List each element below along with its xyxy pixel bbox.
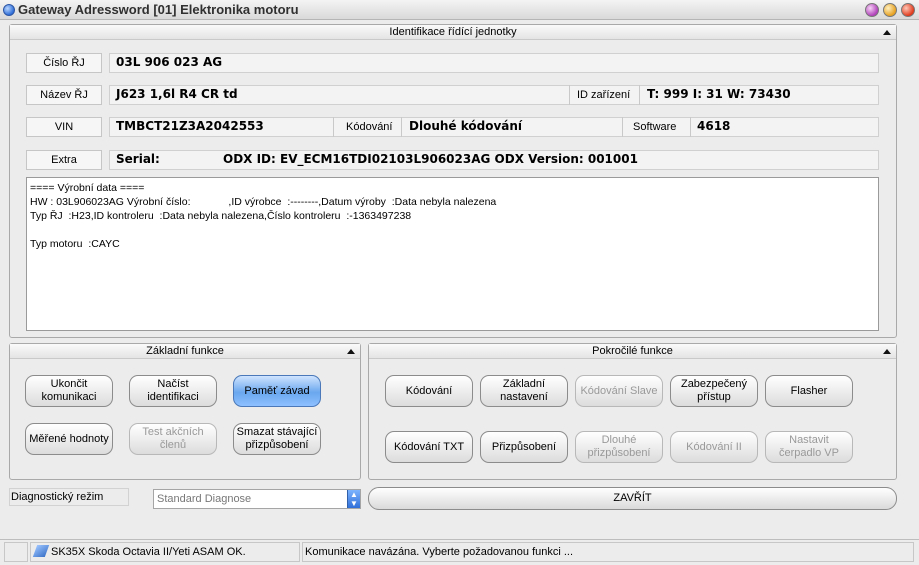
ecu-name-value: J623 1,6l R4 CR td <box>116 87 238 101</box>
window-title: Gateway Adressword [01] Elektronika moto… <box>18 2 299 17</box>
separator <box>622 117 623 137</box>
coding-label: Kódování <box>346 121 393 133</box>
chevron-updown-icon[interactable]: ▲ ▼ <box>347 490 360 508</box>
extra-label: Extra <box>26 150 102 170</box>
extra-odx-value: ODX ID: EV_ECM16TDI02103L906023AG ODX Ve… <box>223 152 638 166</box>
slave-coding-button[interactable]: Kódování Slave <box>575 375 663 407</box>
separator <box>401 117 402 137</box>
basic-functions-header: Základní funkce <box>10 344 360 359</box>
clear-adaptation-button[interactable]: Smazat stávající přizpůsobení <box>233 423 321 455</box>
diagnostic-mode-value: Standard Diagnose <box>157 493 252 505</box>
basic-functions-title: Základní funkce <box>146 345 224 357</box>
measured-values-button[interactable]: Měřené hodnoty <box>25 423 113 455</box>
coding-ii-button[interactable]: Kódování II <box>670 431 758 463</box>
extra-serial-value: Serial: <box>116 152 160 166</box>
long-adaptation-button[interactable]: Dlouhé přizpůsobení <box>575 431 663 463</box>
security-access-button[interactable]: Zabezpečený přístup <box>670 375 758 407</box>
title-bar: Gateway Adressword [01] Elektronika moto… <box>0 0 919 20</box>
software-label: Software <box>633 121 677 133</box>
ecu-number-value: 03L 906 023 AG <box>116 55 223 69</box>
collapse-icon[interactable] <box>347 349 355 354</box>
interface-status-text: SK35X Skoda Octavia II/Yeti ASAM OK. <box>51 546 246 558</box>
device-id-label: ID zařízení <box>577 89 631 101</box>
basic-functions-panel: Základní funkce <box>9 343 361 480</box>
coding-value: Dlouhé kódování <box>409 119 523 133</box>
vin-label: VIN <box>26 117 102 137</box>
production-data-line <box>30 223 875 237</box>
end-communication-button[interactable]: Ukončit komunikaci <box>25 375 113 407</box>
ecu-number-label: Číslo ŘJ <box>26 53 102 73</box>
software-value: 4618 <box>697 119 731 133</box>
device-id-value: T: 999 I: 31 W: 73430 <box>647 87 791 101</box>
fault-memory-button[interactable]: Paměť závad <box>233 375 321 407</box>
separator <box>569 85 570 105</box>
identification-panel-title: Identifikace řídící jednotky <box>389 26 517 38</box>
production-data-line: ==== Výrobní data ==== <box>30 182 145 194</box>
production-data-line: Typ ŘJ :H23,ID kontroleru :Data nebyla n… <box>30 210 412 222</box>
status-cell-interface: SK35X Skoda Octavia II/Yeti ASAM OK. <box>30 542 300 562</box>
minimize-button[interactable] <box>865 3 879 17</box>
app-icon <box>3 4 15 16</box>
coding-txt-button[interactable]: Kódování TXT <box>385 431 473 463</box>
interface-icon <box>32 545 50 557</box>
actuator-test-button[interactable]: Test akčních členů <box>129 423 217 455</box>
collapse-icon[interactable] <box>883 349 891 354</box>
maximize-button[interactable] <box>883 3 897 17</box>
close-button[interactable]: ZAVŘÍT <box>368 487 897 510</box>
ecu-name-label: Název ŘJ <box>26 85 102 105</box>
production-data-textarea[interactable]: ==== Výrobní data ==== HW : 03L906023AG … <box>26 177 879 331</box>
read-identification-button[interactable]: Načíst identifikaci <box>129 375 217 407</box>
collapse-icon[interactable] <box>883 30 891 35</box>
separator <box>690 117 691 137</box>
production-data-line: Typ motoru :CAYC <box>30 238 120 250</box>
advanced-functions-title: Pokročilé funkce <box>592 345 673 357</box>
separator <box>333 117 334 137</box>
coding-button[interactable]: Kódování <box>385 375 473 407</box>
separator <box>639 85 640 105</box>
status-bar: SK35X Skoda Octavia II/Yeti ASAM OK. Kom… <box>0 539 919 565</box>
status-cell-message: Komunikace navázána. Vyberte požadovanou… <box>302 542 914 562</box>
diagnostic-mode-select[interactable]: Standard Diagnose ▲ ▼ <box>153 489 361 509</box>
diagnostic-mode-label: Diagnostický režim <box>9 488 129 506</box>
basic-settings-button[interactable]: Základní nastavení <box>480 375 568 407</box>
identification-panel-header: Identifikace řídící jednotky <box>10 25 896 40</box>
production-data-line: HW : 03L906023AG Výrobní číslo: ,ID výro… <box>30 196 497 208</box>
status-message-text: Komunikace navázána. Vyberte požadovanou… <box>305 546 574 558</box>
close-window-button[interactable] <box>901 3 915 17</box>
adaptation-button[interactable]: Přizpůsobení <box>480 431 568 463</box>
advanced-functions-header: Pokročilé funkce <box>369 344 896 359</box>
vin-value: TMBCT21Z3A2042553 <box>116 119 264 133</box>
ecu-number-field <box>109 53 879 73</box>
flasher-button[interactable]: Flasher <box>765 375 853 407</box>
set-vp-pump-button[interactable]: Nastavit čerpadlo VP <box>765 431 853 463</box>
status-cell-empty <box>4 542 28 562</box>
